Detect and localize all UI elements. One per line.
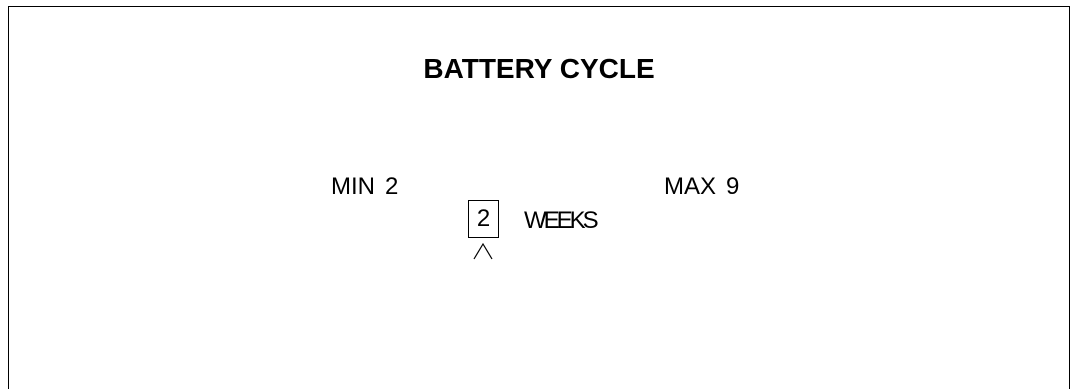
min-label: MIN [331,173,375,200]
min-limit: MIN 2 [331,173,398,201]
max-value: 9 [726,173,740,200]
battery-cycle-screen: BATTERY CYCLE MIN 2 MAX 9 2 WEEKS [8,6,1070,389]
min-value: 2 [385,173,399,200]
caret-up-icon [473,242,493,260]
cycle-value-field[interactable]: 2 [468,200,499,238]
max-label: MAX [664,173,717,200]
cycle-unit-label: WEEKS [524,207,599,234]
max-limit: MAX 9 [664,173,739,201]
screen-title: BATTERY CYCLE [423,53,655,84]
